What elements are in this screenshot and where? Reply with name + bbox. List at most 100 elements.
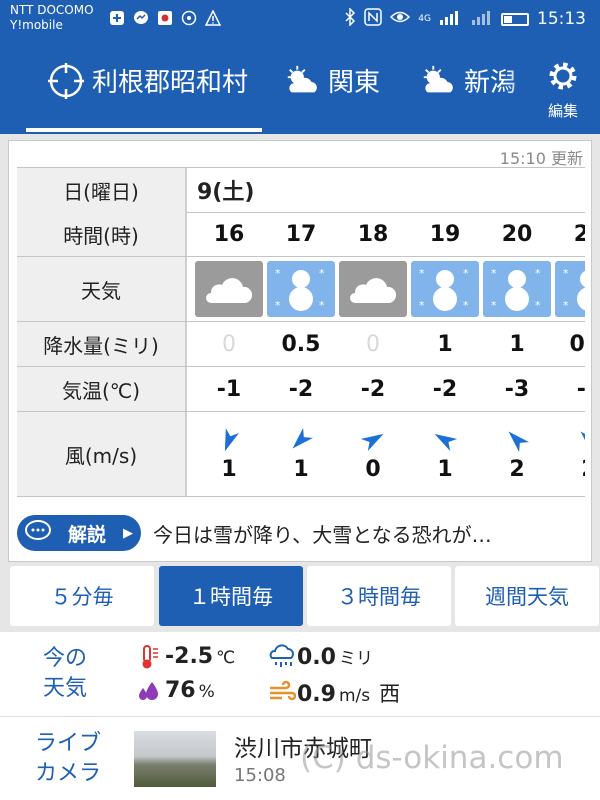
signal-icon	[439, 9, 463, 29]
carrier-primary: NTT DOCOMO	[10, 3, 94, 17]
tab-label: 関東	[328, 68, 381, 98]
precip-row: 降水量(ミリ) 0 0.5 0 1 1 0.5	[17, 322, 585, 367]
wind-speed-value: 1	[437, 456, 453, 482]
tab-3-hourly[interactable]: ３時間毎	[307, 566, 451, 626]
updated-time: 15:10 更新	[499, 149, 583, 168]
temp-row: 気温(℃) -1 -2 -2 -2 -3 -3	[17, 367, 585, 412]
bluetooth-icon	[344, 7, 356, 30]
temp-cell: -1	[216, 376, 242, 402]
svg-text:*: *	[563, 267, 569, 280]
camera-time: 15:08	[234, 765, 286, 786]
humidity-value: 76	[165, 678, 196, 703]
tab-kanto[interactable]: 関東	[284, 62, 380, 99]
wind-cell: 2	[481, 412, 553, 496]
tabs-fade	[506, 58, 536, 108]
system-status: 4G 15:13	[344, 7, 586, 30]
tab-label: 利根郡昭和村	[92, 68, 249, 98]
tab-5-minute[interactable]: ５分毎	[10, 566, 154, 626]
current-precip: 0.0 ミリ	[268, 644, 373, 670]
temp-cell: -2	[432, 376, 458, 402]
wind-speed-value: 0	[365, 456, 381, 482]
warning-icon	[204, 10, 222, 26]
notification-plus-icon	[108, 10, 126, 26]
explain-button-label: 解説	[67, 523, 106, 546]
status-bar: NTT DOCOMO Y!mobile 4G 15:13	[0, 0, 600, 38]
live-camera-label: ライブ カメラ	[30, 729, 106, 789]
settings-label: 編集	[547, 102, 578, 120]
interval-tabs: ５分毎 １時間毎 ３時間毎 週間天気	[0, 566, 600, 630]
app-badge-icon	[156, 10, 174, 26]
explain-button[interactable]: 解説 ▶	[17, 515, 141, 551]
location-tabs: 利根郡昭和村 関東 新潟 編集	[0, 38, 600, 134]
carrier-secondary: Y!mobile	[10, 18, 63, 32]
temp-label: 気温(℃)	[17, 367, 187, 411]
wind-cell: 1	[193, 412, 265, 496]
wind-direction-arrow-icon	[292, 427, 313, 448]
wind-icon	[268, 680, 297, 706]
forecast-table[interactable]: 日(曜日) 9(土) 時間(時) 161718192021 天気 *******…	[17, 167, 585, 497]
precip-cell: 1	[509, 331, 525, 357]
hour-cell: 21	[573, 221, 585, 247]
cloudy-icon	[195, 261, 263, 317]
network-type: 4G	[418, 14, 431, 24]
wind-direction: 西	[379, 682, 401, 706]
temp-cell: -3	[504, 376, 530, 402]
tab-current-location[interactable]: 利根郡昭和村	[48, 62, 248, 99]
wind-value: 0.9	[297, 682, 336, 707]
wind-speed-value: 1	[293, 456, 309, 482]
svg-text:*: *	[463, 299, 469, 312]
wind-cell: 2	[553, 412, 585, 496]
chevron-right-icon: ▶	[122, 525, 133, 541]
tab-niigata[interactable]: 新潟	[420, 62, 516, 99]
partly-cloudy-icon	[284, 63, 320, 99]
forecast-card: 15:10 更新 日(曜日) 9(土) 時間(時) 161718192021 天…	[8, 140, 592, 562]
current-weather-label: 今の 天気	[30, 644, 100, 704]
svg-text:*: *	[491, 267, 497, 280]
temperature-unit: ℃	[216, 648, 236, 668]
current-humidity: 76 %	[136, 678, 215, 704]
temp-cell: -2	[360, 376, 386, 402]
speech-bubble-icon	[25, 519, 51, 547]
svg-text:*: *	[319, 267, 325, 280]
svg-text:*: *	[319, 299, 325, 312]
hour-cell: 20	[501, 221, 533, 247]
rain-cloud-icon	[268, 644, 294, 670]
tab-weekly[interactable]: 週間天気	[455, 566, 599, 626]
precip-value: 0.0	[297, 645, 336, 670]
status-time: 15:13	[537, 9, 586, 29]
current-wind: 0.9 m/s 西	[268, 678, 400, 708]
hour-row: 時間(時) 16 17 18 19 20 21	[17, 212, 585, 257]
weather-row: 天気 ****************	[17, 257, 585, 322]
humidity-unit: %	[198, 682, 215, 702]
temperature-value: -2.5	[165, 644, 214, 669]
day-label: 日(曜日)	[17, 168, 187, 212]
wind-speed-value: 2	[509, 456, 525, 482]
explanation-bar: 解説 ▶ 今日は雪が降り、大雪となる恐れが…	[17, 513, 587, 553]
thermometer-icon	[136, 644, 162, 670]
current-temperature: -2.5 ℃	[136, 644, 235, 670]
wind-direction-arrow-icon	[580, 431, 585, 452]
explanation-text[interactable]: 今日は雪が降り、大雪となる恐れが…	[153, 519, 492, 548]
current-weather[interactable]: 今の 天気 -2.5 ℃ 0.0 ミリ 76 % 0.9 m/s 西	[0, 632, 600, 717]
temp-cell: -3	[576, 376, 585, 402]
svg-text:*: *	[535, 267, 541, 280]
svg-text:*: *	[419, 267, 425, 280]
hour-cell: 18	[357, 221, 389, 247]
wind-unit: m/s	[338, 686, 371, 706]
wind-cell: 1	[409, 412, 481, 496]
wind-label: 風(m/s)	[17, 412, 187, 496]
camera-thumbnail[interactable]	[134, 731, 216, 787]
active-tab-indicator	[26, 128, 262, 132]
precip-cell: 0.5	[281, 331, 321, 357]
settings-button[interactable]: 編集	[536, 58, 590, 121]
watermark: (C) ds-okina.com	[300, 740, 564, 776]
location-target-icon	[48, 62, 84, 99]
wind-direction-arrow-icon	[224, 427, 239, 451]
precip-cell: 0	[222, 331, 236, 357]
signal-secondary-icon	[471, 9, 493, 29]
wind-direction-arrow-icon	[508, 431, 529, 452]
precip-cell: 0	[366, 331, 380, 357]
wind-speed-value: 2	[581, 457, 585, 482]
svg-text:*: *	[491, 299, 497, 312]
tab-hourly[interactable]: １時間毎	[159, 566, 303, 626]
